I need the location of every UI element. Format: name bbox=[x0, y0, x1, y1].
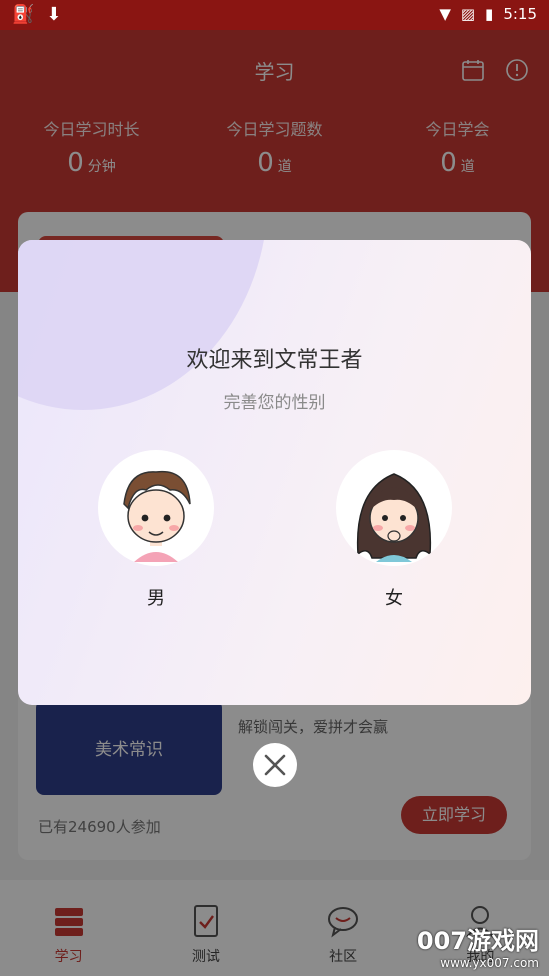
close-icon bbox=[264, 754, 286, 776]
download-icon: ⬇ bbox=[46, 4, 62, 25]
girl-avatar-icon bbox=[356, 473, 432, 562]
notification-app-icon: ⛽ bbox=[12, 4, 35, 25]
male-label[interactable]: 男 bbox=[98, 584, 214, 610]
gender-dialog: 欢迎来到文常王者 完善您的性别 男 女 bbox=[18, 240, 531, 705]
watermark-title: 007游戏网 bbox=[416, 927, 539, 955]
dialog-subtitle: 完善您的性别 bbox=[223, 393, 326, 413]
battery-icon: ▮ bbox=[485, 5, 494, 23]
male-avatar[interactable] bbox=[98, 450, 214, 566]
watermark: 007游戏网 www.yx007.com bbox=[417, 921, 539, 970]
wifi-icon: ▼ bbox=[439, 5, 451, 23]
female-option[interactable]: 女 bbox=[336, 450, 452, 610]
status-time: 5:15 bbox=[503, 5, 537, 23]
male-option[interactable]: 男 bbox=[98, 450, 214, 610]
status-bar: ⛽ ⬇ ▼ ▨ ▮ 5:15 bbox=[0, 0, 549, 30]
boy-avatar-icon bbox=[123, 470, 191, 562]
dialog-title: 欢迎来到文常王者 bbox=[186, 348, 363, 373]
female-avatar[interactable] bbox=[336, 450, 452, 566]
no-sim-icon: ▨ bbox=[460, 5, 476, 23]
decorative-blob bbox=[18, 240, 268, 410]
female-label[interactable]: 女 bbox=[336, 584, 452, 610]
close-button[interactable] bbox=[253, 743, 297, 787]
watermark-url: www.yx007.com bbox=[440, 956, 539, 970]
